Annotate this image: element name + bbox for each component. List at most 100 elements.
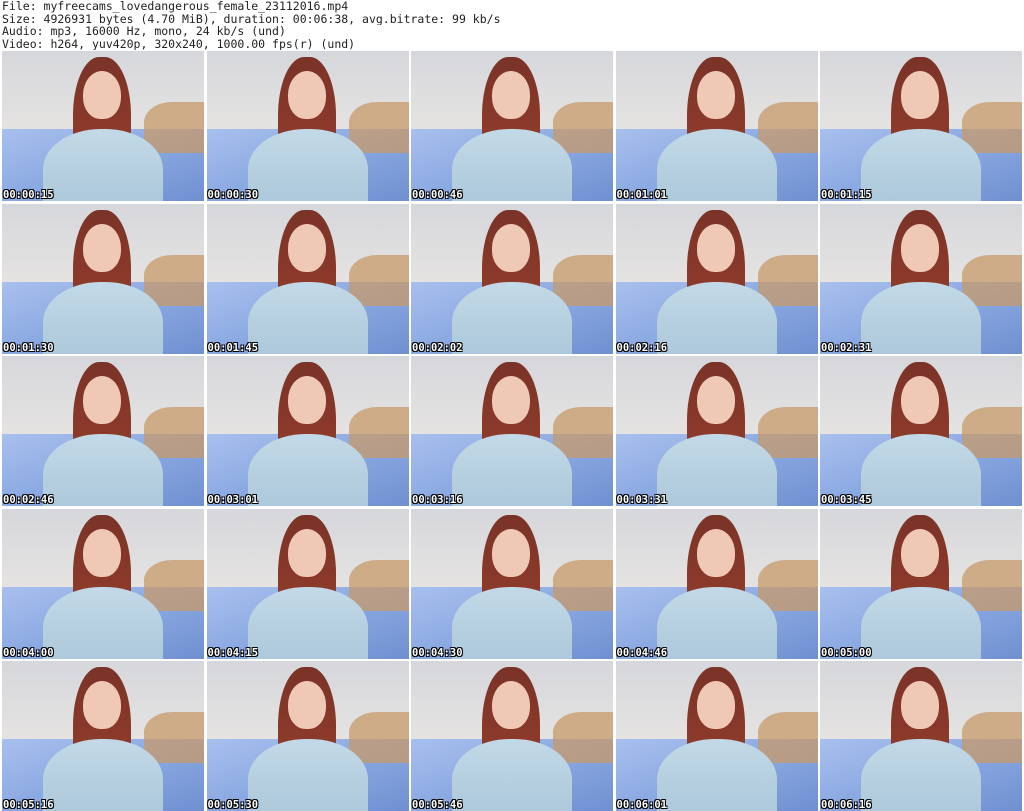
- frame-timestamp: 00:02:02: [412, 341, 463, 354]
- video-frame-thumbnail: 00:05:16: [2, 661, 204, 811]
- shirt: [656, 434, 777, 506]
- face: [901, 223, 939, 272]
- video-frame-thumbnail: 00:01:15: [820, 51, 1022, 201]
- frame-timestamp: 00:04:30: [412, 646, 463, 659]
- file-info-header: File: myfreecams_lovedangerous_female_23…: [2, 0, 1022, 50]
- shirt: [247, 586, 368, 659]
- video-frame-thumbnail: 00:03:45: [820, 356, 1022, 506]
- shirt: [43, 281, 163, 354]
- shirt: [656, 281, 777, 354]
- face: [287, 223, 326, 272]
- person-figure: [247, 209, 368, 354]
- shirt: [452, 586, 572, 659]
- video-frame-thumbnail: 00:03:16: [411, 356, 613, 506]
- frame-timestamp: 00:05:30: [207, 799, 259, 811]
- face: [492, 681, 530, 729]
- frame-timestamp: 00:02:46: [3, 494, 54, 506]
- shirt: [247, 434, 368, 506]
- video-frame-thumbnail: 00:04:00: [2, 508, 204, 659]
- face: [83, 681, 121, 729]
- person-figure: [861, 209, 981, 354]
- frame-timestamp: 00:01:30: [3, 341, 54, 354]
- person-figure: [247, 362, 368, 506]
- person-figure: [452, 362, 572, 506]
- shirt: [861, 434, 981, 506]
- frame-timestamp: 00:03:31: [616, 494, 668, 506]
- face: [696, 681, 735, 729]
- face: [696, 223, 735, 272]
- frame-timestamp: 00:00:30: [207, 189, 259, 201]
- thumbnail-grid: 00:00:15 00:00:30 00:00:46 00:01:01 00:01:15…: [2, 51, 1022, 811]
- shirt: [247, 129, 368, 201]
- person-figure: [656, 362, 777, 506]
- face: [901, 376, 939, 424]
- person-figure: [43, 57, 163, 201]
- person-figure: [656, 57, 777, 201]
- person-figure: [43, 514, 163, 659]
- video-frame-thumbnail: 00:01:01: [615, 51, 818, 201]
- face: [492, 71, 530, 119]
- person-figure: [247, 57, 368, 201]
- shirt: [656, 586, 777, 659]
- face: [83, 71, 121, 119]
- video-frame-thumbnail: 00:05:46: [411, 661, 613, 811]
- face: [901, 681, 939, 729]
- shirt: [861, 586, 981, 659]
- frame-timestamp: 00:05:46: [412, 799, 463, 811]
- frame-timestamp: 00:03:16: [412, 494, 463, 506]
- video-frame-thumbnail: 00:04:30: [411, 508, 613, 659]
- face: [696, 376, 735, 424]
- shirt: [656, 129, 777, 201]
- face: [901, 528, 939, 577]
- person-figure: [43, 209, 163, 354]
- shirt: [43, 434, 163, 506]
- video-frame-thumbnail: 00:05:30: [206, 661, 409, 811]
- face: [83, 376, 121, 424]
- shirt: [861, 129, 981, 201]
- video-frame-thumbnail: 00:00:46: [411, 51, 613, 201]
- frame-timestamp: 00:04:00: [3, 646, 54, 659]
- shirt: [452, 739, 572, 811]
- shirt: [43, 129, 163, 201]
- frame-timestamp: 00:00:46: [412, 189, 463, 201]
- face: [696, 528, 735, 577]
- person-figure: [656, 514, 777, 659]
- frame-timestamp: 00:04:46: [616, 646, 668, 659]
- face: [83, 528, 121, 577]
- shirt: [861, 739, 981, 811]
- frame-timestamp: 00:05:16: [3, 799, 54, 811]
- person-figure: [656, 209, 777, 354]
- person-figure: [861, 362, 981, 506]
- file-name-line: File: myfreecams_lovedangerous_female_23…: [2, 0, 349, 13]
- person-figure: [247, 514, 368, 659]
- face: [83, 223, 121, 272]
- face: [492, 376, 530, 424]
- person-figure: [43, 667, 163, 811]
- video-frame-thumbnail: 00:03:31: [615, 356, 818, 506]
- frame-timestamp: 00:01:45: [207, 341, 259, 354]
- shirt: [247, 281, 368, 354]
- person-figure: [656, 667, 777, 811]
- video-frame-thumbnail: 00:01:30: [2, 203, 204, 354]
- face: [287, 681, 326, 729]
- shirt: [43, 739, 163, 811]
- frame-timestamp: 00:03:01: [207, 494, 259, 506]
- shirt: [247, 739, 368, 811]
- frame-timestamp: 00:04:15: [207, 646, 259, 659]
- frame-timestamp: 00:03:45: [821, 494, 872, 506]
- shirt: [861, 281, 981, 354]
- video-frame-thumbnail: 00:01:45: [206, 203, 409, 354]
- video-frame-thumbnail: 00:02:16: [615, 203, 818, 354]
- video-frame-thumbnail: 00:00:30: [206, 51, 409, 201]
- face: [287, 528, 326, 577]
- frame-timestamp: 00:06:01: [616, 799, 668, 811]
- person-figure: [452, 209, 572, 354]
- frame-timestamp: 00:06:16: [821, 799, 872, 811]
- shirt: [43, 586, 163, 659]
- video-frame-thumbnail: 00:06:01: [615, 661, 818, 811]
- video-frame-thumbnail: 00:06:16: [820, 661, 1022, 811]
- shirt: [452, 281, 572, 354]
- audio-info-line: Audio: mp3, 16000 Hz, mono, 24 kb/s (und…: [2, 25, 286, 38]
- video-frame-thumbnail: 00:00:15: [2, 51, 204, 201]
- person-figure: [861, 667, 981, 811]
